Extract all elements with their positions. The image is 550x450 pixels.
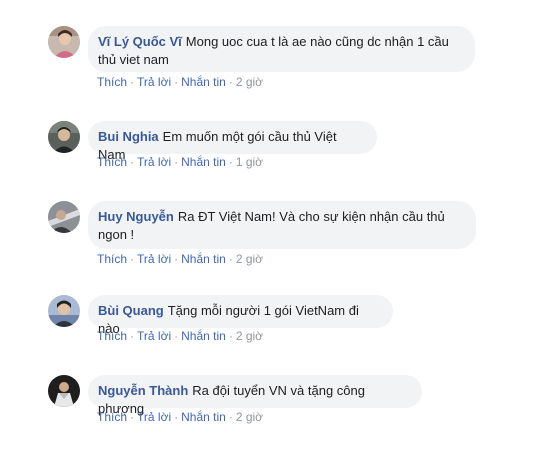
comment-actions: Thích · Trả lời · Nhắn tin · 2 giờ <box>97 251 263 267</box>
avatar[interactable] <box>48 375 80 407</box>
comment-bubble: Bùi Quang Tặng mỗi người 1 gói VietNam đi… <box>88 295 393 336</box>
avatar[interactable] <box>48 121 80 153</box>
reply-link[interactable]: Trả lời <box>137 410 171 424</box>
like-link[interactable]: Thích <box>97 410 127 424</box>
separator-dot: · <box>130 410 135 424</box>
reply-link[interactable]: Trả lời <box>137 155 171 169</box>
reply-link[interactable]: Trả lời <box>137 75 171 89</box>
comment-actions: Thích · Trả lời · Nhắn tin · 2 giờ <box>97 328 263 344</box>
like-link[interactable]: Thích <box>97 75 127 89</box>
comment-actions: Thích · Trả lời · Nhắn tin · 2 giờ <box>97 409 263 425</box>
separator-dot: · <box>228 410 233 424</box>
avatar-photo <box>48 201 80 233</box>
avatar[interactable] <box>48 295 80 327</box>
message-link[interactable]: Nhắn tin <box>181 329 226 343</box>
comment-author[interactable]: Huy Nguyễn <box>98 209 174 224</box>
separator-dot: · <box>228 252 233 266</box>
comment-author[interactable]: Vĩ Lý Quốc Vĩ <box>98 34 182 49</box>
comment-author[interactable]: Nguyễn Thành <box>98 383 188 398</box>
avatar[interactable] <box>48 201 80 233</box>
message-link[interactable]: Nhắn tin <box>181 252 226 266</box>
reply-link[interactable]: Trả lời <box>137 252 171 266</box>
comment-author[interactable]: Bùi Quang <box>98 303 164 318</box>
comment-bubble: Huy Nguyễn Ra ĐT Việt Nam! Và cho sự kiện… <box>88 201 476 249</box>
separator-dot: · <box>228 155 233 169</box>
separator-dot: · <box>228 75 233 89</box>
reply-link[interactable]: Trả lời <box>137 329 171 343</box>
comment-actions: Thích · Trả lời · Nhắn tin · 1 giờ <box>97 154 263 170</box>
separator-dot: · <box>174 329 179 343</box>
comment-time[interactable]: 2 giờ <box>236 329 263 343</box>
separator-dot: · <box>130 155 135 169</box>
comment-bubble: Vĩ Lý Quốc Vĩ Mong uoc cua t là ae nào cũ… <box>88 26 475 72</box>
like-link[interactable]: Thích <box>97 329 127 343</box>
comment-time[interactable]: 2 giờ <box>236 410 263 424</box>
comment-time[interactable]: 1 giờ <box>236 155 263 169</box>
like-link[interactable]: Thích <box>97 155 127 169</box>
separator-dot: · <box>174 155 179 169</box>
avatar-photo <box>48 26 80 58</box>
message-link[interactable]: Nhắn tin <box>181 410 226 424</box>
comment-time[interactable]: 2 giờ <box>236 252 263 266</box>
message-link[interactable]: Nhắn tin <box>181 75 226 89</box>
separator-dot: · <box>130 252 135 266</box>
separator-dot: · <box>174 410 179 424</box>
message-link[interactable]: Nhắn tin <box>181 155 226 169</box>
avatar-photo <box>48 121 80 153</box>
comment-actions: Thích · Trả lời · Nhắn tin · 2 giờ <box>97 74 263 90</box>
comment-bubble: Bui Nghia Em muốn một gói cầu thủ Việt Na… <box>88 121 377 162</box>
separator-dot: · <box>174 252 179 266</box>
avatar-photo <box>48 375 80 407</box>
separator-dot: · <box>130 329 135 343</box>
separator-dot: · <box>174 75 179 89</box>
comment-bubble: Nguyễn Thành Ra đội tuyển VN và tặng công… <box>88 375 422 416</box>
comment-author[interactable]: Bui Nghia <box>98 129 159 144</box>
avatar[interactable] <box>48 26 80 58</box>
like-link[interactable]: Thích <box>97 252 127 266</box>
separator-dot: · <box>130 75 135 89</box>
comment-time[interactable]: 2 giờ <box>236 75 263 89</box>
avatar-photo <box>48 295 80 327</box>
separator-dot: · <box>228 329 233 343</box>
